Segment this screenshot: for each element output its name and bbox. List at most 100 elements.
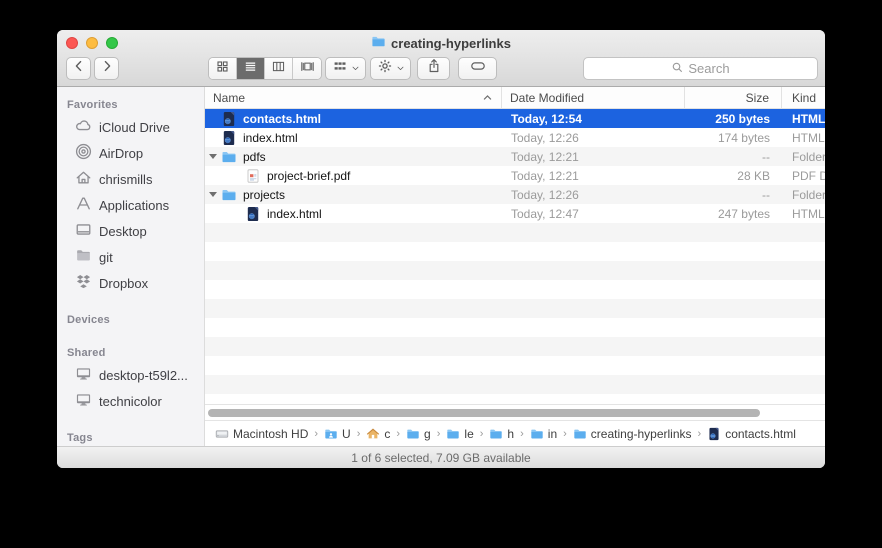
path-item-g[interactable]: g	[406, 427, 431, 441]
display-icon	[75, 391, 92, 411]
window-title-text: creating-hyperlinks	[391, 36, 511, 51]
sidebar-item-applications[interactable]: Applications	[57, 192, 204, 218]
column-view-button[interactable]	[265, 58, 293, 79]
path-bar: Macintosh HD›U›c›g›le›h›in›creating-hype…	[205, 420, 825, 446]
sidebar-item-desktop[interactable]: Desktop	[57, 218, 204, 244]
column-header-size[interactable]: Size	[685, 87, 782, 108]
finder-window: creating-hyperlinks Search FavoritesiClo…	[57, 30, 825, 468]
path-item-h[interactable]: h	[489, 427, 514, 441]
path-item-macintosh-hd[interactable]: Macintosh HD	[215, 427, 308, 441]
action-gear-menu-button[interactable]	[370, 57, 411, 80]
file-date: Today, 12:47	[502, 207, 685, 221]
file-row-project-brief-pdf[interactable]: project-brief.pdfToday, 12:2128 KBPDF D	[205, 166, 825, 185]
file-row-contacts-html[interactable]: contacts.htmlToday, 12:54250 bytesHTML	[205, 109, 825, 128]
file-size: --	[685, 150, 782, 164]
path-item-in[interactable]: in	[530, 427, 557, 441]
column-header-name[interactable]: Name	[205, 87, 502, 108]
file-kind: PDF D	[782, 169, 825, 183]
file-date: Today, 12:21	[502, 169, 685, 183]
sidebar-item-label: Applications	[99, 198, 169, 213]
search-input[interactable]: Search	[583, 57, 818, 80]
file-row-projects[interactable]: projectsToday, 12:26--Folder	[205, 185, 825, 204]
path-item-label: c	[384, 427, 390, 441]
edit-tags-button[interactable]	[458, 57, 497, 80]
path-item-label: g	[424, 427, 431, 441]
path-item-label: U	[342, 427, 351, 441]
path-item-creating-hyperlinks[interactable]: creating-hyperlinks	[573, 427, 692, 441]
file-date: Today, 12:21	[502, 150, 685, 164]
file-name: pdfs	[243, 150, 266, 164]
path-item-label: in	[548, 427, 557, 441]
path-item-label: h	[507, 427, 514, 441]
file-kind: HTML	[782, 207, 825, 221]
file-kind: Folder	[782, 150, 825, 164]
list-column-headers: NameDate Modified Size Kind	[205, 87, 825, 109]
search-placeholder: Search	[688, 61, 729, 76]
file-list: contacts.htmlToday, 12:54250 bytesHTMLin…	[205, 109, 825, 404]
folder-icon	[446, 427, 460, 441]
titlebar: creating-hyperlinks Search	[57, 30, 825, 87]
drive-icon	[215, 427, 229, 441]
sort-ascending-icon	[482, 92, 493, 103]
sidebar-item-airdrop[interactable]: AirDrop	[57, 140, 204, 166]
pdf-file-icon	[245, 168, 261, 184]
coverflow-view-button[interactable]	[293, 58, 321, 79]
sidebar-item-desktop-t59l2-[interactable]: desktop-t59l2...	[57, 362, 204, 388]
sidebar-item-label: Desktop	[99, 224, 147, 239]
horizontal-scrollbar-thumb[interactable]	[208, 409, 760, 417]
path-item-c[interactable]: c	[366, 427, 390, 441]
share-button[interactable]	[417, 57, 450, 80]
file-name: project-brief.pdf	[267, 169, 350, 183]
file-date: Today, 12:26	[502, 131, 685, 145]
disclosure-triangle-expanded[interactable]	[205, 154, 221, 159]
path-separator: ›	[437, 428, 441, 440]
folder-icon	[221, 187, 237, 203]
arrange-menu-button[interactable]	[325, 57, 366, 80]
column-header-kind[interactable]: Kind	[782, 87, 825, 108]
sidebar-item-dropbox[interactable]: Dropbox	[57, 270, 204, 296]
back-button[interactable]	[66, 57, 91, 80]
disclosure-triangle-expanded[interactable]	[205, 192, 221, 197]
sidebar-item-label: desktop-t59l2...	[99, 368, 188, 383]
icon-view-button[interactable]	[209, 58, 237, 79]
minimize-window-button[interactable]	[86, 37, 98, 49]
status-text: 1 of 6 selected, 7.09 GB available	[351, 451, 530, 465]
list-view-button[interactable]	[237, 58, 265, 79]
forward-button[interactable]	[94, 57, 119, 80]
path-separator: ›	[563, 428, 567, 440]
horizontal-scrollbar-track[interactable]	[205, 404, 825, 420]
file-row-pdfs[interactable]: pdfs Today, 12:21--Folder	[205, 147, 825, 166]
sidebar-section-tags: Tags	[57, 428, 204, 446]
search-icon	[671, 61, 684, 77]
path-item-label: Macintosh HD	[233, 427, 308, 441]
view-mode-control	[208, 57, 322, 80]
sidebar-item-label: git	[99, 250, 113, 265]
status-bar: 1 of 6 selected, 7.09 GB available	[57, 446, 825, 468]
path-item-u[interactable]: U	[324, 427, 351, 441]
path-item-label: le	[464, 427, 473, 441]
file-date: Today, 12:26	[502, 188, 685, 202]
sidebar-item-label: iCloud Drive	[99, 120, 170, 135]
sidebar-item-label: Dropbox	[99, 276, 148, 291]
sidebar-item-git[interactable]: git	[57, 244, 204, 270]
zoom-window-button[interactable]	[106, 37, 118, 49]
sidebar: FavoritesiCloud DriveAirDropchrismillsAp…	[57, 87, 205, 446]
path-separator: ›	[520, 428, 524, 440]
display-icon	[75, 365, 92, 385]
column-header-date[interactable]: Date Modified	[502, 87, 685, 108]
sidebar-item-chrismills[interactable]: chrismills	[57, 166, 204, 192]
sidebar-item-label: chrismills	[99, 172, 152, 187]
file-row-index-html[interactable]: index.htmlToday, 12:26174 bytesHTML	[205, 128, 825, 147]
column-header-label: Size	[746, 91, 769, 105]
file-name: contacts.html	[243, 112, 321, 126]
sidebar-section-shared: Shared	[57, 343, 204, 362]
close-window-button[interactable]	[66, 37, 78, 49]
file-kind: HTML	[782, 112, 825, 126]
file-row-index-html[interactable]: index.htmlToday, 12:47247 bytesHTML	[205, 204, 825, 223]
path-separator: ›	[698, 428, 702, 440]
sidebar-item-icloud-drive[interactable]: iCloud Drive	[57, 114, 204, 140]
path-item-contacts-html[interactable]: contacts.html	[707, 427, 796, 441]
file-size: 247 bytes	[685, 207, 782, 221]
path-item-le[interactable]: le	[446, 427, 473, 441]
sidebar-item-technicolor[interactable]: technicolor	[57, 388, 204, 414]
